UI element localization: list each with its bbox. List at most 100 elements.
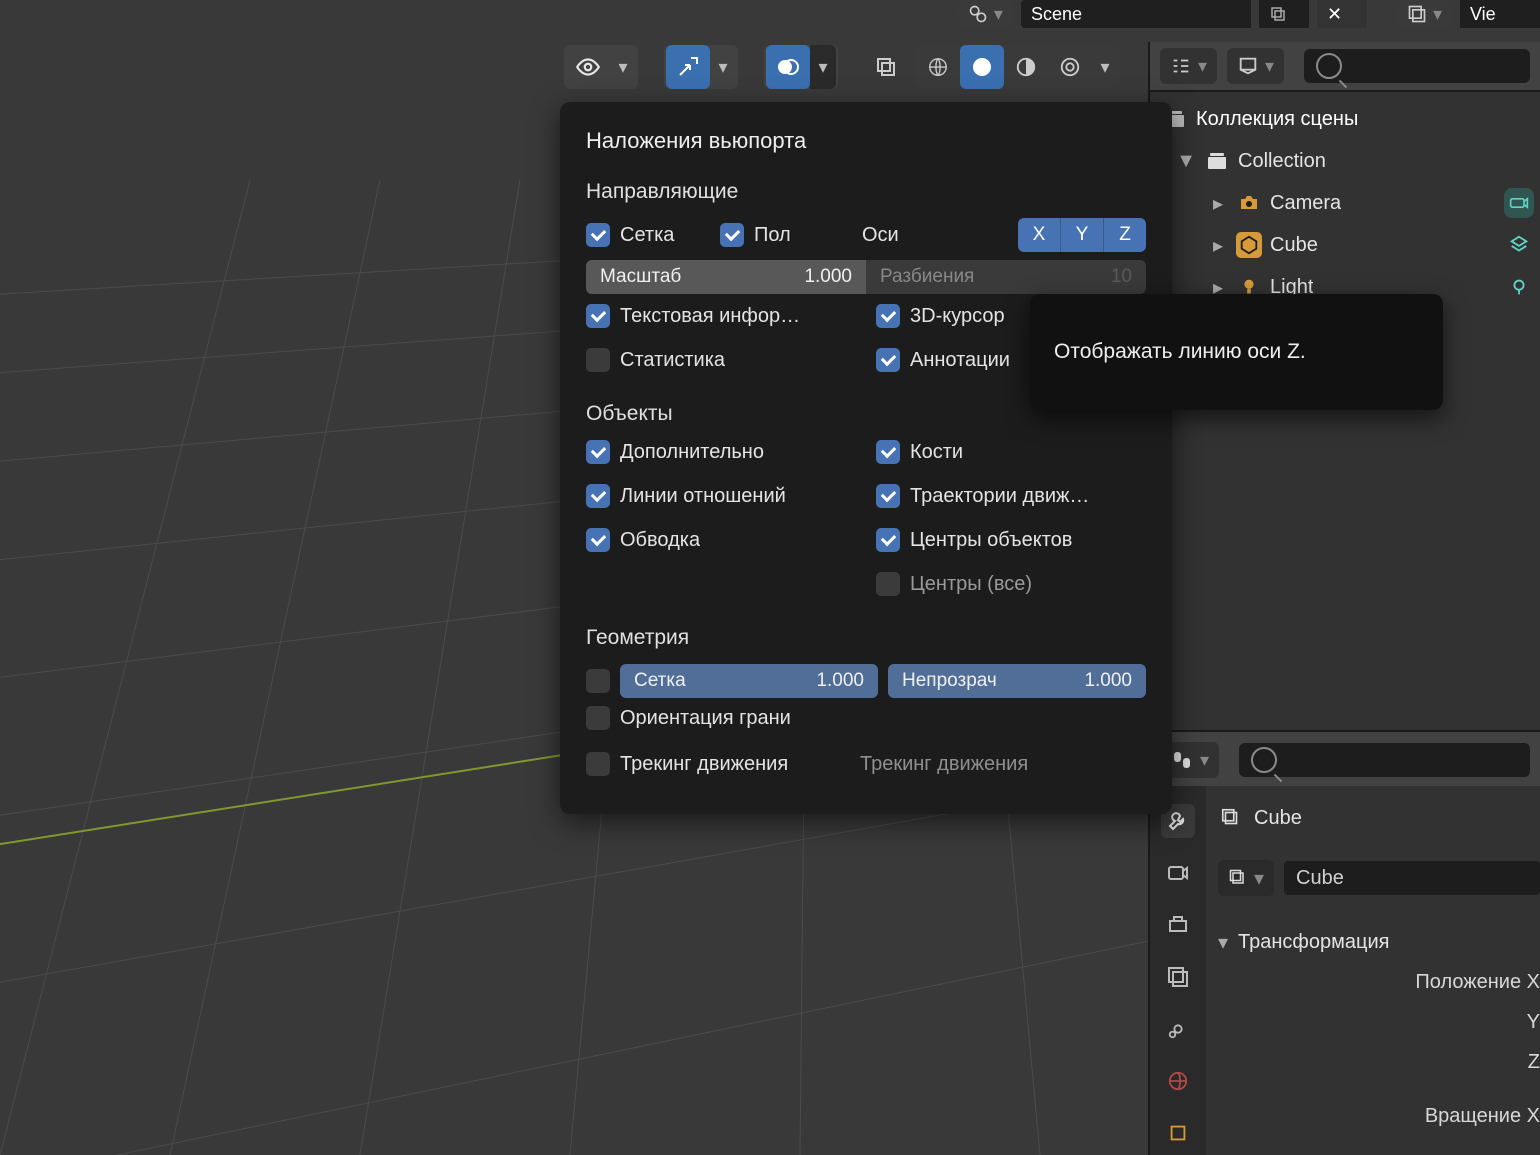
tab-world[interactable] [1161,1064,1195,1098]
tree-collection[interactable]: ▼ Collection [1156,140,1540,182]
properties-tabs [1150,786,1206,1155]
properties-search[interactable] [1239,743,1530,777]
outliner-mode[interactable]: ▾ [1160,48,1217,84]
overlay-group: ▾ [764,45,838,89]
label-3dcursor: 3D-курсор [910,305,1005,328]
tree-item-cube[interactable]: ▸ Cube [1156,224,1540,266]
checkbox-origins-all[interactable] [876,572,900,596]
outliner-search[interactable] [1304,49,1530,83]
axes-toggle-group: X Y Z [1018,218,1146,252]
datablock-browse[interactable]: ▾ [1218,860,1274,896]
label-rotation-x: Вращение X [1218,1105,1540,1128]
disclosure-icon[interactable]: ▸ [1208,233,1228,258]
tree-scene-collection[interactable]: Коллекция сцены [1156,98,1540,140]
checkbox-statistics[interactable] [586,348,610,372]
section-title: Трансформация [1238,931,1389,954]
outliner-filter[interactable]: ▾ [1227,48,1284,84]
checkbox-origins[interactable] [876,528,900,552]
axis-x-toggle[interactable]: X [1018,218,1061,252]
xray-toggle[interactable] [864,45,908,89]
slider-scale[interactable]: Масштаб 1.000 [586,260,866,294]
tree-item-camera[interactable]: ▸ Camera [1156,182,1540,224]
slider-value: 10 [1111,266,1132,288]
visibility-group: ▾ [564,45,638,89]
checkbox-floor[interactable] [720,223,744,247]
scene-name: Scene [1031,4,1082,25]
slider-wireframe[interactable]: Сетка 1.000 [620,664,878,698]
label-textinfo: Текстовая инфор… [620,305,800,328]
restrict-icon[interactable] [1504,188,1534,218]
checkbox-motion-tracking[interactable] [586,752,610,776]
viewport-toolbar: ▾ ▾ ▾ [0,42,1150,92]
section-transform-header[interactable]: ▾ Трансформация [1218,922,1540,962]
label-axes: Оси [862,224,899,247]
tab-render[interactable] [1161,856,1195,890]
gizmo-toggle[interactable] [666,45,710,89]
checkbox-bones[interactable] [876,440,900,464]
datablock-name-field[interactable]: Cube [1284,861,1540,895]
location-z-row: Z [1218,1042,1540,1082]
checkbox-wireframe[interactable] [586,669,610,693]
outliner-header: ▾ ▾ [1150,42,1540,92]
label-origins: Центры объектов [910,529,1072,552]
scene-delete[interactable]: ✕ [1317,0,1367,28]
section-geometry: Геометрия [586,626,1146,650]
shading-solid[interactable] [960,45,1004,89]
properties-header: ▾ [1150,730,1540,790]
disclosure-icon[interactable]: ▼ [1176,150,1196,173]
restrict-icon[interactable] [1504,272,1534,302]
tooltip: Отображать линию оси Z. [1030,294,1443,410]
axis-y-toggle[interactable]: Y [1061,218,1104,252]
visibility-toggle[interactable] [566,45,610,89]
slider-label: Масштаб [600,266,681,288]
label-floor: Пол [754,224,824,247]
topbar: ▾ Scene ✕ ▾ Vie [0,0,1540,28]
tab-object[interactable] [1161,1116,1195,1150]
checkbox-grid[interactable] [586,223,610,247]
shading-material[interactable] [1004,45,1048,89]
shading-rendered[interactable] [1048,45,1092,89]
rotation-x-row: Вращение X [1218,1096,1540,1136]
label-bones: Кости [910,441,963,464]
checkbox-face-orientation[interactable] [586,706,610,730]
chevron-down-icon[interactable]: ▾ [610,45,636,89]
label-face-orientation: Ориентация грани [620,707,791,730]
viewlayer-browse[interactable]: ▾ [1397,1,1452,27]
slider-value: 1.000 [1084,670,1132,692]
overlay-toggle[interactable] [766,45,810,89]
slider-value: 1.000 [816,670,864,692]
slider-label: Непрозрач [902,670,997,692]
viewlayer-name: Vie [1470,4,1496,25]
label-annotations: Аннотации [910,349,1010,372]
scene-name-field[interactable]: Scene [1021,0,1251,28]
label-location-x: Положение X [1218,971,1540,994]
scene-copy[interactable] [1259,0,1309,28]
slider-opacity[interactable]: Непрозрач 1.000 [888,664,1146,698]
overlay-dropdown[interactable]: ▾ [810,45,836,89]
tab-output[interactable] [1161,908,1195,942]
chevron-down-icon[interactable]: ▾ [1092,45,1118,89]
tab-scene[interactable] [1161,1012,1195,1046]
viewport-overlays-panel: Наложения вьюпорта Направляющие Сетка По… [560,102,1172,814]
checkbox-relationship-lines[interactable] [586,484,610,508]
tree-label: Коллекция сцены [1196,108,1358,131]
axis-z-toggle[interactable]: Z [1104,218,1146,252]
checkbox-extras[interactable] [586,440,610,464]
checkbox-annotations[interactable] [876,348,900,372]
mesh-icon [1236,232,1262,258]
checkbox-outline[interactable] [586,528,610,552]
tab-viewlayer[interactable] [1161,960,1195,994]
section-guides: Направляющие [586,180,1146,204]
checkbox-textinfo[interactable] [586,304,610,328]
slider-label: Сетка [634,670,686,692]
chevron-down-icon[interactable]: ▾ [710,45,736,89]
scene-browse[interactable]: ▾ [958,1,1013,27]
viewlayer-name-field[interactable]: Vie [1460,0,1540,28]
slider-subdivisions[interactable]: Разбиения 10 [866,260,1146,294]
tree-label: Collection [1238,150,1326,173]
checkbox-3dcursor[interactable] [876,304,900,328]
disclosure-icon[interactable]: ▸ [1208,191,1228,216]
shading-wireframe[interactable] [916,45,960,89]
checkbox-motion-paths[interactable] [876,484,900,508]
restrict-icon[interactable] [1504,230,1534,260]
